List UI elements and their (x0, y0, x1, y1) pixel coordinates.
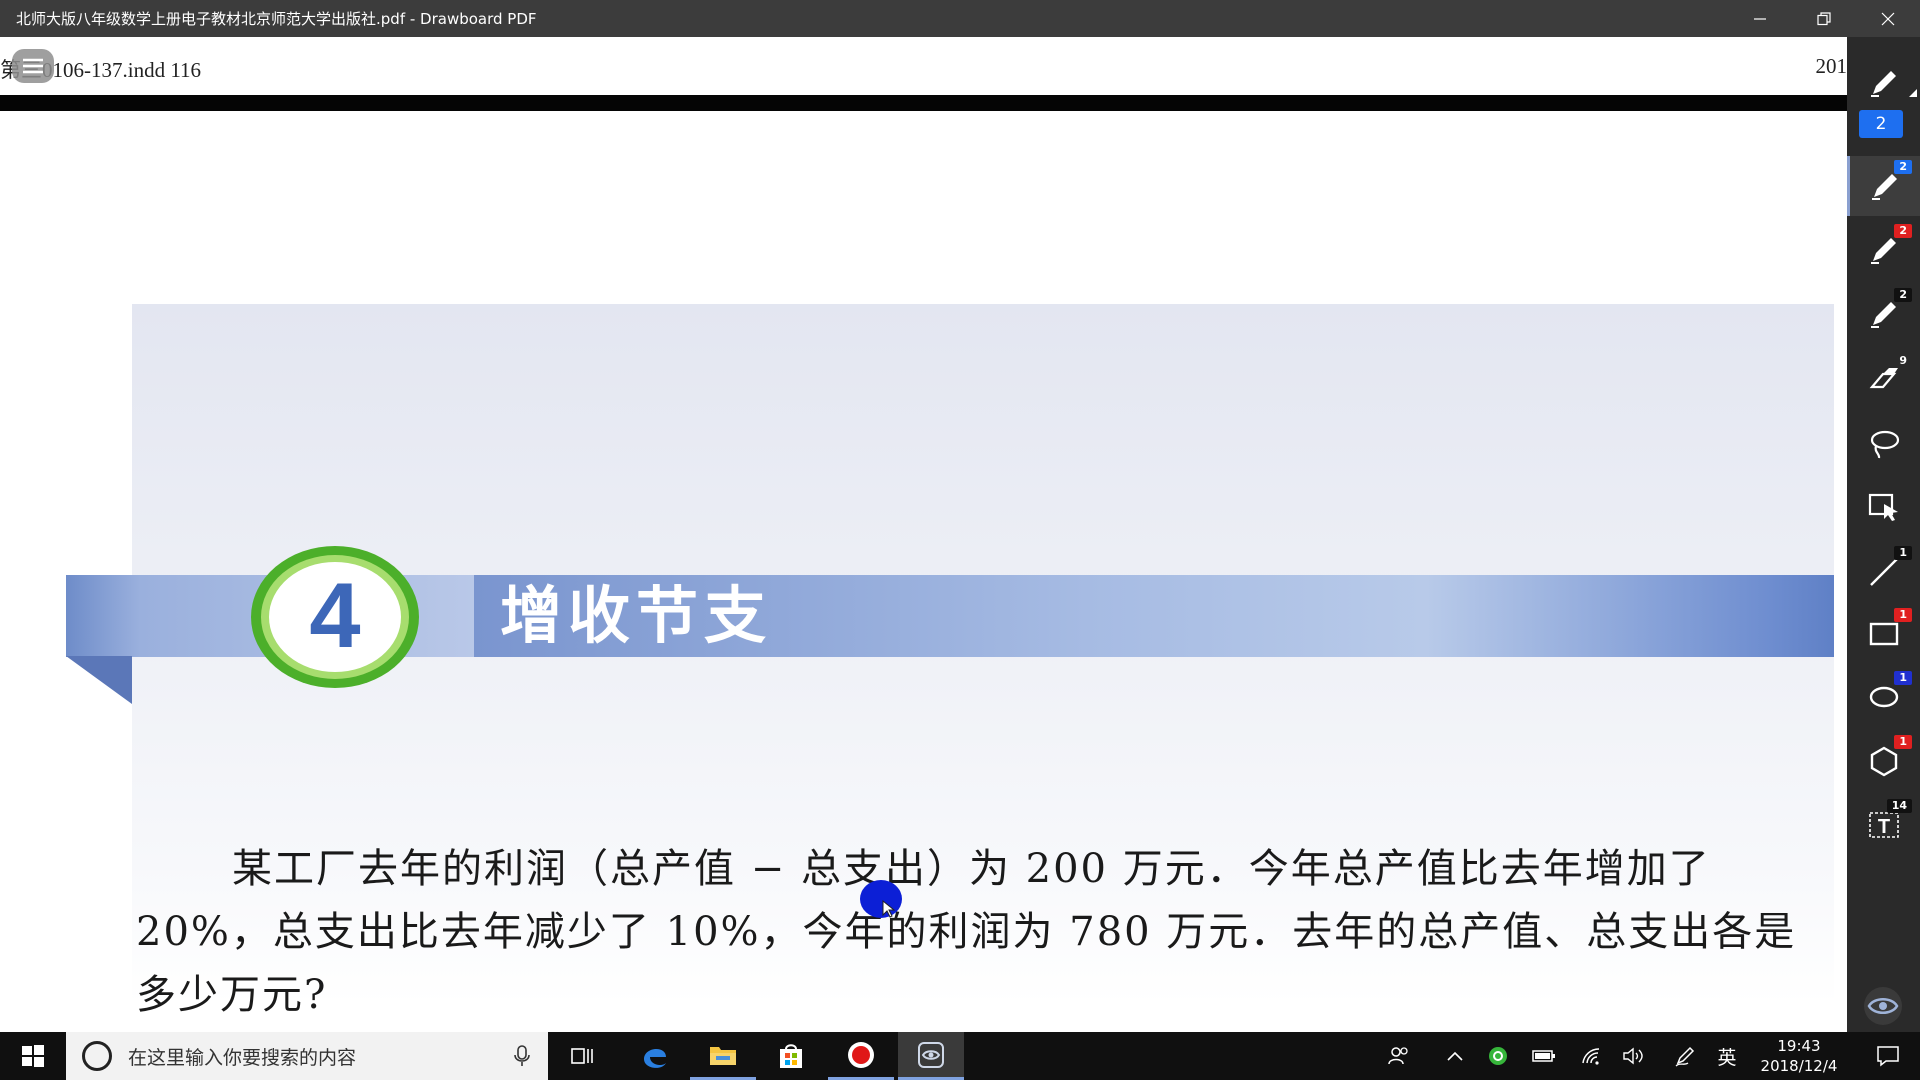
section-number-badge: 4 (251, 546, 419, 688)
taskbar-clock[interactable]: 19:43 2018/12/4 (1748, 1036, 1850, 1076)
record-icon (848, 1041, 874, 1068)
drawboard-pdf-window: 北师大版八年级数学上册电子教材北京师范大学出版社.pdf - Drawboard… (0, 0, 1920, 1080)
lasso-icon (1870, 430, 1899, 459)
caret-icon (1909, 89, 1917, 97)
microphone-icon[interactable] (514, 1045, 530, 1067)
edge-icon (644, 1048, 666, 1068)
text-tool[interactable]: T 14 (1847, 795, 1920, 855)
rectangle-icon (1869, 622, 1898, 646)
select-icon (1868, 493, 1898, 521)
line-icon (1869, 558, 1898, 586)
minimize-button[interactable] (1728, 0, 1792, 37)
tool-badge: 2 (1894, 224, 1912, 238)
page-divider (0, 95, 1847, 111)
start-button[interactable] (0, 1032, 66, 1080)
chevron-up-icon (1447, 1051, 1463, 1061)
file-explorer-taskbar-button[interactable] (690, 1032, 756, 1080)
page-header-right: 201 (1815, 54, 1848, 78)
green-circle-icon (1489, 1047, 1507, 1065)
hamburger-menu-button[interactable] (12, 49, 54, 83)
restore-icon (1817, 11, 1831, 25)
taskbar-search-box[interactable]: 在这里输入你要搜索的内容 (66, 1032, 548, 1080)
title-bar: 北师大版八年级数学上册电子教材北京师范大学出版社.pdf - Drawboard… (0, 0, 1920, 37)
tool-badge: 1 (1894, 735, 1912, 749)
windows-logo-icon (22, 1045, 44, 1067)
tool-badge: 2 (1894, 288, 1912, 302)
polygon-tool[interactable]: 1 (1847, 731, 1920, 791)
svg-text:T: T (1877, 816, 1889, 838)
wifi-button[interactable] (1576, 1032, 1608, 1080)
wifi-icon (1582, 1048, 1600, 1065)
notification-icon (1877, 1046, 1899, 1067)
mouse-cursor-icon (882, 900, 896, 918)
tool-badge: 1 (1894, 671, 1912, 685)
close-icon (1881, 12, 1895, 25)
line-tool[interactable]: 1 (1847, 542, 1920, 602)
eraser-tool[interactable]: 9 (1847, 350, 1920, 410)
store-bag-icon (780, 1044, 802, 1068)
section-number: 4 (309, 565, 360, 667)
hamburger-icon (23, 58, 43, 74)
lasso-tool[interactable] (1847, 414, 1920, 474)
action-center-button[interactable] (1856, 1032, 1920, 1080)
pen-icon (1870, 238, 1896, 264)
minimize-icon (1754, 17, 1766, 20)
drawboard-icon (918, 1041, 944, 1068)
battery-button[interactable] (1528, 1032, 1560, 1080)
clock-time: 19:43 (1777, 1037, 1821, 1055)
pen-tool-active[interactable]: 2 (1847, 156, 1920, 216)
tray-app-button[interactable] (1484, 1032, 1512, 1080)
page-header: 第三0106-137.indd 116 201 (0, 37, 1847, 95)
edge-taskbar-button[interactable] (622, 1032, 688, 1080)
input-method-indicator[interactable]: 英 (1712, 1032, 1742, 1080)
pen-icon (1872, 174, 1897, 200)
close-button[interactable] (1856, 0, 1920, 37)
pen-workspace-button[interactable] (1670, 1032, 1700, 1080)
cortana-icon (82, 1041, 112, 1071)
rectangle-tool[interactable]: 1 (1847, 604, 1920, 664)
banner-ribbon-left (66, 575, 140, 657)
pen-workspace-icon (1675, 1046, 1695, 1067)
task-view-button[interactable] (550, 1032, 616, 1080)
pen-mode-button[interactable] (1847, 53, 1920, 113)
text-icon: T (1868, 812, 1899, 838)
volume-button[interactable] (1618, 1032, 1648, 1080)
store-taskbar-button[interactable] (758, 1032, 824, 1080)
eraser-icon (1869, 368, 1898, 389)
pen-icon (1870, 302, 1896, 328)
speaker-icon (1623, 1047, 1643, 1065)
hexagon-icon (1870, 746, 1897, 777)
restore-button[interactable] (1792, 0, 1856, 37)
problem-paragraph: 某工厂去年的利润（总产值 − 总支出）为 200 万元．今年总产值比去年增加了 … (136, 846, 1797, 1018)
people-button[interactable] (1384, 1032, 1414, 1080)
banner-ribbon-fold (66, 656, 132, 704)
search-placeholder: 在这里输入你要搜索的内容 (128, 1046, 357, 1069)
ellipse-icon (1869, 686, 1898, 708)
show-hidden-icons-button[interactable] (1440, 1032, 1470, 1080)
tool-badge: 1 (1894, 608, 1912, 622)
pen-tool-black[interactable]: 2 (1847, 284, 1920, 344)
drawboard-taskbar-button[interactable] (898, 1032, 964, 1080)
pen-icon (1870, 71, 1896, 97)
select-tool[interactable] (1847, 477, 1920, 537)
page-count-badge[interactable]: 2 (1859, 110, 1903, 138)
tool-badge: 9 (1899, 354, 1907, 367)
clock-date: 2018/12/4 (1760, 1057, 1838, 1075)
tool-badge: 14 (1886, 799, 1912, 813)
people-icon (1388, 1047, 1408, 1065)
window-title: 北师大版八年级数学上册电子教材北京师范大学出版社.pdf - Drawboard… (16, 10, 537, 28)
task-view-icon (571, 1048, 593, 1064)
toolbar-toggle-icon[interactable] (1862, 985, 1904, 1027)
ellipse-tool[interactable]: 1 (1847, 667, 1920, 727)
windows-taskbar: 在这里输入你要搜索的内容 英 19:43 2018/12/4 (0, 1032, 1920, 1080)
battery-icon (1532, 1050, 1555, 1062)
tool-badge: 2 (1894, 160, 1912, 174)
section-title: 增收节支 (500, 579, 773, 652)
recorder-taskbar-button[interactable] (828, 1032, 894, 1080)
tool-badge: 1 (1894, 546, 1912, 560)
problem-text: 某工厂去年的利润（总产值 − 总支出）为 200 万元．今年总产值比去年增加了 … (136, 838, 1816, 1027)
pen-tool-red[interactable]: 2 (1847, 220, 1920, 280)
folder-icon (710, 1046, 736, 1065)
